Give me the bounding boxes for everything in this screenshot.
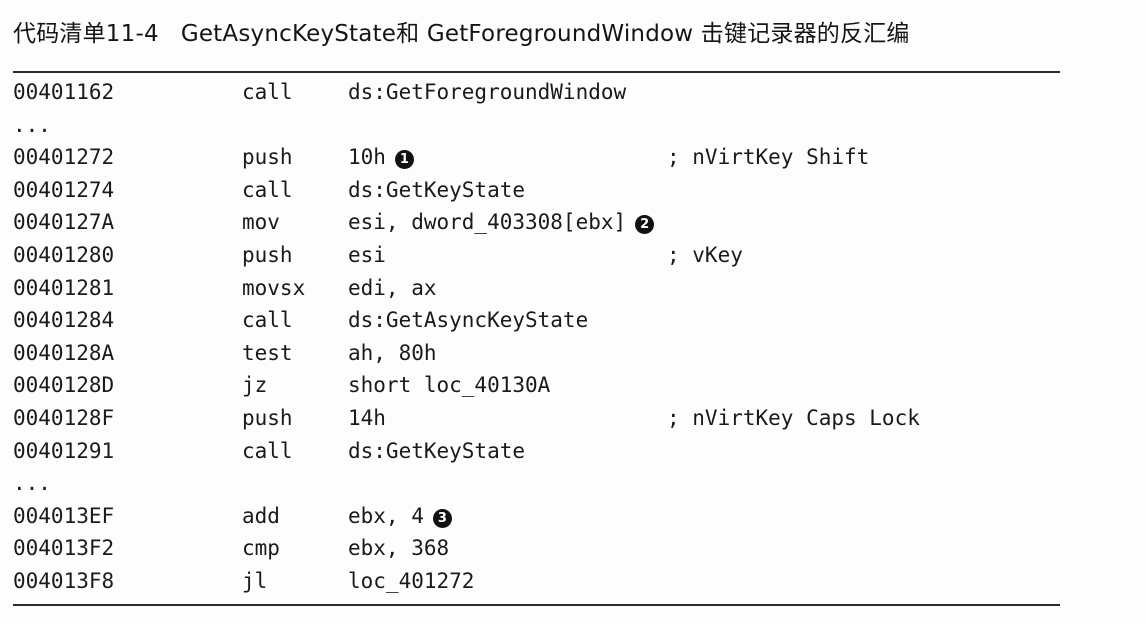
code-line: 00401272 push 10h 1 ; nVirtKey Shift	[13, 141, 1060, 174]
code-line: 00401281 movsx edi, ax	[13, 272, 1060, 305]
code-line: ...	[13, 467, 1060, 500]
address: 004013F8	[13, 568, 115, 593]
address: 00401281	[13, 275, 115, 300]
operands: ebx, 4 3	[348, 500, 452, 533]
code-line: 0040127A mov esi, dword_403308[ebx] 2	[13, 206, 1060, 239]
address: 00401162	[13, 80, 115, 104]
address: 004013EF	[13, 503, 115, 528]
operands-text: edi, ax	[348, 275, 437, 300]
disassembly-listing: 00401162 call ds:GetForegroundWindow... 004…	[13, 76, 1060, 598]
operands: short loc_40130A	[348, 369, 550, 402]
operands-text: 14h	[348, 405, 386, 430]
operands-text: ah, 80h	[348, 340, 437, 365]
listing-caption: 代码清单11-4 GetAsyncKeyState和 GetForegroundW…	[13, 16, 910, 52]
operands: ebx, 368	[348, 532, 449, 565]
callout-marker-icon: 1	[394, 150, 414, 170]
operands-text: ds:GetAsyncKeyState	[348, 308, 589, 333]
operands-text: loc_401272	[348, 568, 475, 593]
mnemonic: call	[242, 80, 293, 104]
address: 00401274	[13, 177, 115, 202]
comment: ; nVirtKey Shift	[667, 145, 870, 170]
code-line: 0040128A test ah, 80h	[13, 337, 1060, 370]
code-line: 00401291 call ds:GetKeyState	[13, 435, 1060, 468]
operands: edi, ax	[348, 272, 437, 305]
code-line: ...	[13, 109, 1060, 142]
code-line: 004013F8 jl loc_401272	[13, 565, 1060, 598]
address: ...	[13, 471, 51, 496]
listing-number: 代码清单11-4	[13, 21, 159, 47]
listing-title: GetAsyncKeyState和 GetForegroundWindow 击键…	[180, 21, 910, 47]
code-line: 00401280 push esi ; vKey	[13, 239, 1060, 272]
operands-text: ebx, 4	[348, 503, 424, 528]
address: 00401284	[13, 308, 115, 333]
operands: esi	[348, 239, 386, 272]
mnemonic: jz	[242, 373, 268, 398]
mnemonic: movsx	[242, 275, 306, 300]
mnemonic: call	[242, 177, 293, 202]
operands: 10h 1	[348, 141, 414, 174]
mnemonic: call	[242, 308, 293, 333]
operands-text: ds:GetKeyState	[348, 177, 526, 202]
comment: ; vKey	[667, 242, 743, 267]
code-line: 00401284 call ds:GetAsyncKeyState	[13, 304, 1060, 337]
address: 00401291	[13, 438, 115, 463]
address: 0040128D	[13, 373, 115, 398]
address: ...	[13, 112, 51, 137]
mnemonic: jl	[242, 568, 268, 593]
mnemonic: mov	[242, 210, 280, 235]
operands: ds:GetForegroundWindow	[348, 76, 626, 109]
operands: ds:GetKeyState	[348, 435, 525, 468]
operands-text: ebx, 368	[348, 536, 450, 561]
address: 00401280	[13, 242, 115, 267]
code-line: 00401162 call ds:GetForegroundWindow	[13, 76, 1060, 109]
comment: ; nVirtKey Caps Lock	[667, 405, 920, 430]
operands: ah, 80h	[348, 337, 437, 370]
code-line: 004013EF add ebx, 4 3	[13, 500, 1060, 533]
code-line: 00401274 call ds:GetKeyState	[13, 174, 1060, 207]
bottom-rule	[13, 604, 1060, 606]
mnemonic: push	[242, 405, 293, 430]
address: 0040128F	[13, 405, 115, 430]
callout-marker-icon: 3	[432, 508, 452, 528]
code-line: 004013F2 cmp ebx, 368	[13, 532, 1060, 565]
mnemonic: cmp	[242, 536, 280, 561]
operands-text: ds:GetForegroundWindow	[348, 80, 627, 104]
mnemonic: call	[242, 438, 293, 463]
operands: loc_401272	[348, 565, 474, 598]
operands: esi, dword_403308[ebx] 2	[348, 206, 655, 239]
mnemonic: add	[242, 503, 280, 528]
operands-text: short loc_40130A	[348, 373, 551, 398]
operands: ds:GetKeyState	[348, 174, 525, 207]
operands-text: ds:GetKeyState	[348, 438, 526, 463]
operands-text: esi, dword_403308[ebx]	[348, 210, 627, 235]
top-rule	[13, 71, 1060, 73]
operands-text: esi	[348, 242, 386, 267]
callout-marker-icon: 2	[635, 215, 655, 235]
code-line: 0040128F push 14h ; nVirtKey Caps Lock	[13, 402, 1060, 435]
mnemonic: test	[242, 340, 293, 365]
operands: 14h	[348, 402, 386, 435]
address: 0040128A	[13, 340, 115, 365]
address: 004013F2	[13, 536, 115, 561]
code-line: 0040128D jz short loc_40130A	[13, 369, 1060, 402]
mnemonic: push	[242, 242, 293, 267]
book-page: 代码清单11-4 GetAsyncKeyState和 GetForegroundW…	[0, 0, 1146, 624]
address: 00401272	[13, 145, 115, 170]
mnemonic: push	[242, 145, 293, 170]
address: 0040127A	[13, 210, 115, 235]
operands: ds:GetAsyncKeyState	[348, 304, 588, 337]
operands-text: 10h	[348, 145, 386, 170]
